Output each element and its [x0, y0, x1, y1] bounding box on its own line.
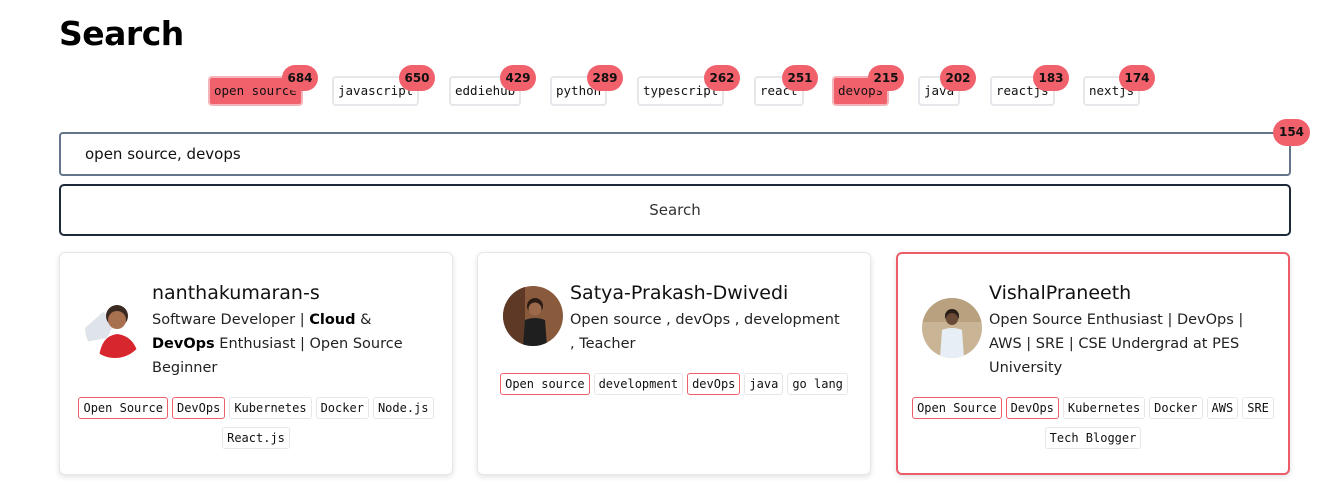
profile-tag[interactable]: Docker	[315, 397, 369, 419]
profile-tag[interactable]: Kubernetes	[1062, 397, 1146, 419]
profile-tags: Open source development devOps java go l…	[488, 373, 860, 395]
popular-tag-count: 202	[940, 65, 976, 91]
profile-bio: Open Source Enthusiast | DevOps | AWS | …	[989, 308, 1264, 380]
result-count-badge: 154	[1273, 119, 1310, 146]
search-input[interactable]	[59, 132, 1291, 176]
profile-card[interactable]: VishalPraneeth Open Source Enthusiast | …	[896, 252, 1290, 475]
avatar	[922, 298, 982, 358]
popular-tag-count: 429	[500, 65, 536, 91]
profile-tag[interactable]: AWS	[1206, 397, 1239, 419]
bio-text: Software Developer |	[152, 312, 310, 328]
profile-tag[interactable]: development	[593, 373, 684, 395]
bio-text: Open source , devOps , development , Tea…	[570, 312, 840, 352]
profile-tag[interactable]: DevOps	[171, 397, 226, 419]
avatar	[503, 286, 563, 346]
profile-tag[interactable]: Open Source	[78, 397, 168, 419]
profile-tag[interactable]: go lang	[787, 373, 848, 395]
profile-tag[interactable]: Open Source	[912, 397, 1002, 419]
search-button[interactable]: Search	[59, 184, 1291, 236]
profile-tag[interactable]: Node.js	[372, 397, 434, 419]
popular-tag-count: 289	[587, 65, 623, 91]
profile-username[interactable]: VishalPraneeth	[989, 282, 1131, 304]
bio-highlight: DevOps	[152, 336, 215, 352]
profile-username[interactable]: Satya-Prakash-Dwivedi	[570, 282, 788, 304]
profile-tag[interactable]: DevOps	[1005, 397, 1059, 419]
profile-username[interactable]: nanthakumaran-s	[152, 282, 320, 304]
page-title: Search	[59, 14, 184, 53]
bio-text: Open Source Enthusiast | DevOps | AWS | …	[989, 312, 1244, 376]
popular-tag-count: 215	[868, 65, 904, 91]
profile-tags: Open Source DevOps Kubernetes Docker Nod…	[70, 397, 442, 449]
profile-tag[interactable]: SRE	[1242, 397, 1274, 419]
popular-tag-count: 183	[1033, 65, 1069, 91]
profile-tag[interactable]: Open source	[500, 373, 590, 395]
popular-tag-count: 262	[704, 65, 740, 91]
profile-tag[interactable]: java	[744, 373, 784, 395]
profile-bio: Open source , devOps , development , Tea…	[570, 308, 840, 356]
popular-tag-count: 174	[1119, 65, 1155, 91]
profile-tag[interactable]: devOps	[687, 373, 741, 395]
popular-tag-count: 251	[782, 65, 818, 91]
avatar	[85, 298, 145, 358]
bio-text: &	[355, 312, 372, 328]
profile-bio: Software Developer | Cloud & DevOps Enth…	[152, 308, 422, 380]
profile-tag[interactable]: Tech Blogger	[1044, 427, 1142, 449]
profile-tag[interactable]: React.js	[222, 427, 290, 449]
popular-tag-count: 650	[399, 65, 435, 91]
popular-tag-count: 684	[282, 65, 318, 91]
bio-highlight: Cloud	[309, 312, 356, 328]
profile-tag[interactable]: Docker	[1149, 397, 1203, 419]
profile-tags: Open Source DevOps Kubernetes Docker AWS…	[908, 397, 1278, 449]
profile-card[interactable]: Satya-Prakash-Dwivedi Open source , devO…	[477, 252, 871, 475]
profile-card[interactable]: nanthakumaran-s Software Developer | Clo…	[59, 252, 453, 475]
profile-tag[interactable]: Kubernetes	[229, 397, 312, 419]
